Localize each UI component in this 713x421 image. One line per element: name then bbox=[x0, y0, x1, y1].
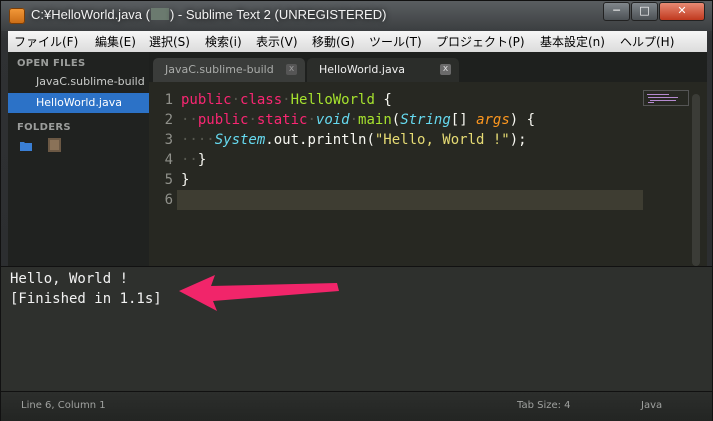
redacted-region bbox=[150, 8, 169, 20]
menu-goto[interactable]: 移動(G) bbox=[312, 33, 355, 50]
output-line-2: [Finished in 1.1s] bbox=[10, 291, 162, 307]
line-number: 4 bbox=[164, 152, 173, 168]
code-line-4: ··} bbox=[181, 152, 207, 168]
code-line-1: public·class·HelloWorld { bbox=[181, 92, 392, 108]
menu-bar: ファイル(F) 編集(E) 選択(S) 検索(i) 表示(V) 移動(G) ツー… bbox=[8, 31, 707, 53]
menu-selection[interactable]: 選択(S) bbox=[149, 33, 190, 50]
tab-javac-build[interactable]: JavaC.sublime-build x bbox=[153, 58, 305, 82]
tab-close-icon[interactable]: x bbox=[440, 64, 451, 75]
line-number: 3 bbox=[164, 132, 173, 148]
menu-view[interactable]: 表示(V) bbox=[256, 33, 298, 50]
minimize-button[interactable]: ─ bbox=[603, 2, 630, 21]
maximize-button[interactable]: □ bbox=[631, 2, 658, 21]
line-number: 5 bbox=[164, 172, 173, 188]
cursor-position: Line 6, Column 1 bbox=[21, 400, 106, 411]
sidebar-file-helloworld[interactable]: HelloWorld.java bbox=[8, 93, 149, 113]
code-editor[interactable]: 1 2 3 4 5 6 public·class·HelloWorld { ··… bbox=[149, 82, 707, 266]
close-button[interactable]: ✕ bbox=[659, 2, 705, 21]
code-line-2: ··public·static·void·main(String[] args)… bbox=[181, 112, 536, 128]
sublime-window: C:¥HelloWorld.java () - Sublime Text 2 (… bbox=[0, 0, 713, 421]
window-title: C:¥HelloWorld.java () - Sublime Text 2 (… bbox=[31, 7, 387, 22]
current-line-highlight bbox=[177, 190, 643, 210]
menu-edit[interactable]: 編集(E) bbox=[95, 33, 136, 50]
menu-tools[interactable]: ツール(T) bbox=[369, 33, 422, 50]
menu-find[interactable]: 検索(i) bbox=[205, 33, 242, 50]
sidebar-file-javac-build[interactable]: JavaC.sublime-build bbox=[8, 72, 149, 92]
tab-close-icon[interactable]: x bbox=[286, 64, 297, 75]
open-files-header: OPEN FILES bbox=[17, 58, 86, 69]
code-line-3: ····System.out.println("Hello, World !")… bbox=[181, 132, 527, 148]
tab-label: JavaC.sublime-build bbox=[165, 63, 274, 76]
build-output-panel: Hello, World ! [Finished in 1.1s] bbox=[1, 266, 712, 391]
line-number: 1 bbox=[164, 92, 173, 108]
syntax-indicator[interactable]: Java bbox=[641, 400, 662, 411]
output-line-1: Hello, World ! bbox=[10, 271, 129, 287]
code-line-5: } bbox=[181, 172, 190, 188]
menu-preferences[interactable]: 基本設定(n) bbox=[540, 33, 605, 50]
status-bar: Line 6, Column 1 Tab Size: 4 Java bbox=[1, 391, 712, 421]
title-bar[interactable]: C:¥HelloWorld.java () - Sublime Text 2 (… bbox=[1, 1, 712, 31]
tab-bar: JavaC.sublime-build x HelloWorld.java x bbox=[149, 52, 707, 82]
line-number: 2 bbox=[164, 112, 173, 128]
annotation-arrow-icon bbox=[179, 275, 339, 311]
menu-help[interactable]: ヘルプ(H) bbox=[620, 33, 674, 50]
tab-helloworld[interactable]: HelloWorld.java x bbox=[307, 58, 459, 82]
sublime-app-icon bbox=[9, 8, 25, 24]
line-number: 6 bbox=[164, 192, 173, 208]
folder-thumbnail-icon[interactable] bbox=[48, 138, 61, 152]
menu-project[interactable]: プロジェクト(P) bbox=[436, 33, 525, 50]
vertical-scrollbar[interactable] bbox=[692, 94, 700, 266]
minimap[interactable] bbox=[643, 90, 689, 106]
folders-header: FOLDERS bbox=[17, 122, 71, 133]
tab-size-indicator[interactable]: Tab Size: 4 bbox=[517, 400, 571, 411]
menu-file[interactable]: ファイル(F) bbox=[14, 33, 78, 50]
folder-icon[interactable] bbox=[20, 140, 32, 151]
tab-label: HelloWorld.java bbox=[319, 63, 405, 76]
sidebar: OPEN FILES JavaC.sublime-build HelloWorl… bbox=[8, 52, 149, 266]
